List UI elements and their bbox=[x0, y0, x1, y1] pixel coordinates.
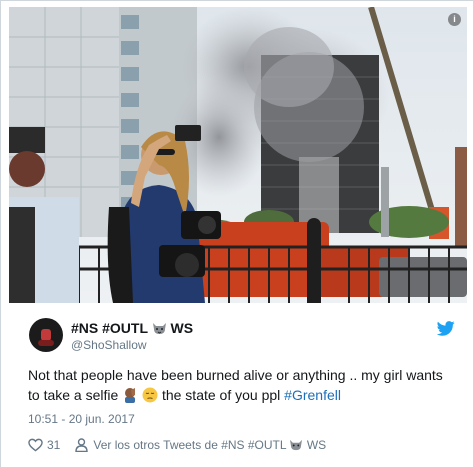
hashtag-link[interactable]: #Grenfell bbox=[284, 387, 341, 403]
wolf-emoji-icon bbox=[152, 323, 166, 334]
more-tweets-link[interactable]: Ver los otros Tweets de #NS #OUTL WS bbox=[93, 438, 326, 452]
display-name[interactable]: #NS #OUTL WS bbox=[71, 320, 193, 336]
info-icon[interactable]: i bbox=[448, 13, 461, 26]
likes-count[interactable]: 31 bbox=[47, 438, 60, 452]
pensive-face-emoji-icon bbox=[142, 387, 158, 403]
tweet-footer: 31 Ver los otros Tweets de #NS #OUTL WS bbox=[28, 436, 326, 454]
facepalm-emoji-icon bbox=[125, 388, 136, 403]
more-tweets-suffix: WS bbox=[306, 438, 327, 452]
heart-icon[interactable] bbox=[28, 438, 43, 452]
tweet-photo[interactable]: i bbox=[9, 7, 467, 303]
display-name-suffix: WS bbox=[170, 320, 194, 336]
tweet-text-part2: the state of you ppl bbox=[158, 387, 285, 403]
more-tweets-prefix: Ver los otros Tweets de #NS #OUTL bbox=[93, 438, 287, 452]
grenfell-fire-photo bbox=[9, 7, 467, 303]
wolf-emoji-icon bbox=[290, 439, 303, 451]
tweet-timestamp[interactable]: 10:51 - 20 jun. 2017 bbox=[28, 412, 135, 426]
bird-icon[interactable] bbox=[437, 321, 455, 336]
tweet-card: #NS #OUTL WS @ShoShallow Not that people… bbox=[9, 303, 467, 463]
tweet-text: Not that people have been burned alive o… bbox=[28, 365, 453, 405]
person-icon bbox=[75, 438, 89, 452]
tweet-embed-frame: i #NS #OUTL WS @ShoShallow Not that peop… bbox=[0, 0, 474, 468]
display-name-text: #NS #OUTL bbox=[71, 320, 148, 336]
user-handle[interactable]: @ShoShallow bbox=[71, 338, 147, 352]
avatar[interactable] bbox=[29, 318, 63, 352]
